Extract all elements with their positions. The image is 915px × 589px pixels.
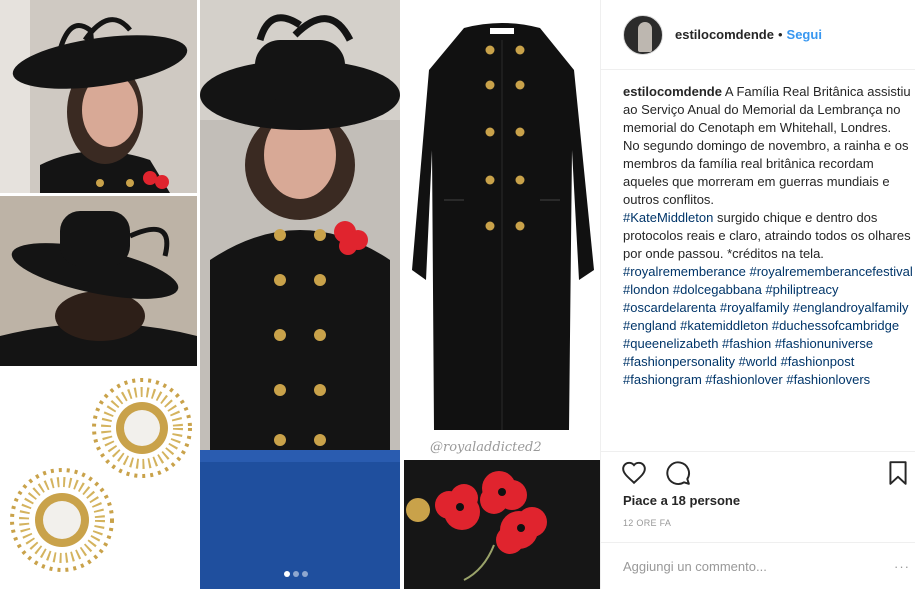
- hashtag[interactable]: #dolcegabbana: [673, 282, 762, 297]
- photo-poppy-brooch: [404, 460, 600, 589]
- heart-icon[interactable]: [621, 460, 647, 486]
- post-timestamp[interactable]: 12 ORE FA: [623, 518, 671, 528]
- comment-form: ···: [601, 542, 915, 589]
- hashtag[interactable]: #philiptreacy: [765, 282, 838, 297]
- hashtag[interactable]: #england: [623, 318, 677, 333]
- action-bar: [601, 451, 915, 491]
- hashtag[interactable]: #fashionpersonality: [623, 354, 735, 369]
- follow-button[interactable]: Segui: [787, 27, 822, 42]
- caption-username[interactable]: estilocomdende: [623, 84, 722, 99]
- hashtag[interactable]: #katemiddleton: [680, 318, 768, 333]
- header-separator: •: [777, 27, 783, 42]
- caption: estilocomdende A Família Real Britânica …: [623, 83, 913, 449]
- hashtag[interactable]: #englandroyalfamily: [793, 300, 909, 315]
- hashtag[interactable]: #queenelizabeth: [623, 336, 718, 351]
- carousel-dot[interactable]: [293, 571, 299, 577]
- hashtag[interactable]: #royalrememberancefestival: [749, 264, 912, 279]
- hashtag[interactable]: #duchessofcambridge: [772, 318, 899, 333]
- post-details-panel: estilocomdende • Segui estilocomdende A …: [600, 0, 915, 589]
- image-watermark: @royaladdicted2: [430, 440, 542, 455]
- photo-hat-back: [0, 196, 197, 366]
- hashtag[interactable]: #fashionpost: [781, 354, 855, 369]
- caption-mention[interactable]: #KateMiddleton: [623, 210, 713, 225]
- comment-input[interactable]: [623, 558, 863, 574]
- bookmark-icon[interactable]: [885, 460, 911, 486]
- avatar[interactable]: [623, 14, 663, 55]
- hashtag[interactable]: #fashionlover: [705, 372, 782, 387]
- photo-earrings: [0, 368, 197, 589]
- photo-balcony-portrait: [200, 0, 400, 589]
- hashtag[interactable]: #london: [623, 282, 669, 297]
- hashtag[interactable]: #fashion: [722, 336, 771, 351]
- likes-count[interactable]: Piace a 18 persone: [623, 493, 740, 508]
- hashtag[interactable]: #world: [739, 354, 777, 369]
- comment-icon[interactable]: [665, 460, 691, 486]
- carousel-indicator: [284, 571, 308, 577]
- hashtag[interactable]: #oscardelarenta: [623, 300, 716, 315]
- photo-black-coat: [404, 0, 600, 458]
- caption-text-2: No segundo domingo de novembro, a rainha…: [623, 138, 909, 207]
- post-image-carousel[interactable]: @royaladdicted2: [0, 0, 600, 589]
- post-header: estilocomdende • Segui: [601, 0, 915, 70]
- carousel-dot[interactable]: [302, 571, 308, 577]
- hashtag[interactable]: #fashionuniverse: [775, 336, 873, 351]
- photo-portrait-hat: [0, 0, 197, 193]
- carousel-dot-active[interactable]: [284, 571, 290, 577]
- hashtag[interactable]: #fashionlovers: [786, 372, 870, 387]
- hashtag[interactable]: #fashiongram: [623, 372, 702, 387]
- header-username[interactable]: estilocomdende: [675, 27, 774, 42]
- more-options-icon[interactable]: ···: [894, 559, 910, 574]
- hashtag[interactable]: #royalrememberance: [623, 264, 746, 279]
- hashtag[interactable]: #royalfamily: [720, 300, 789, 315]
